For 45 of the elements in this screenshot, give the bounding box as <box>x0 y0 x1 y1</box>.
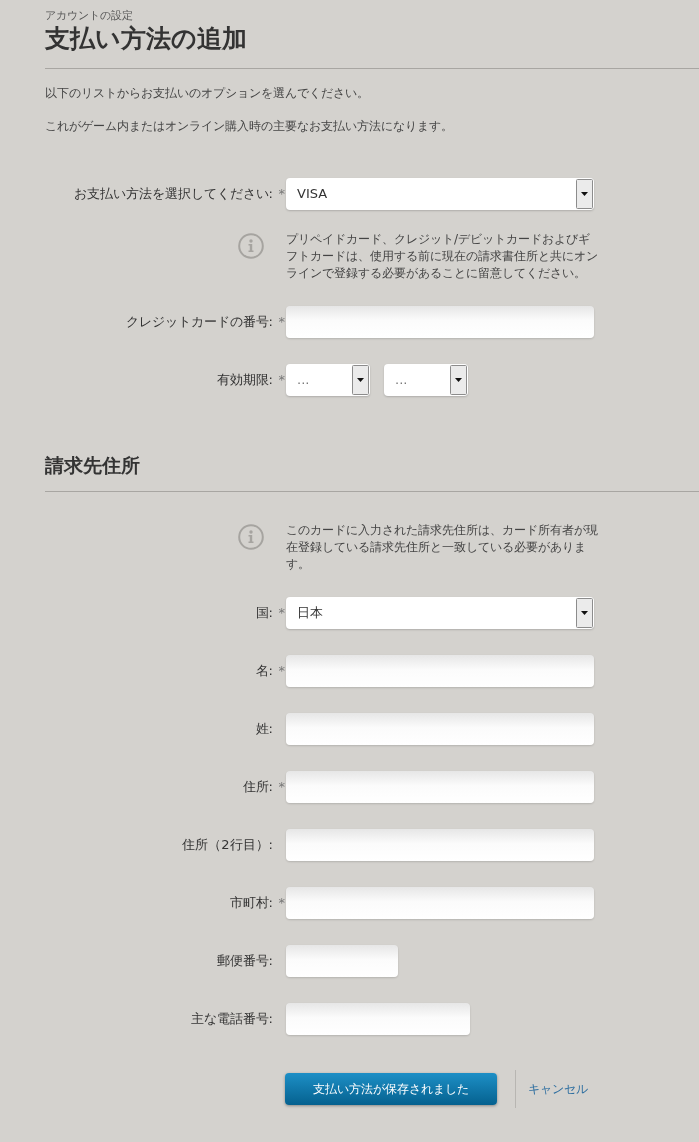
required-marker: * <box>278 663 285 679</box>
input-field[interactable] <box>286 713 594 745</box>
required-marker: * <box>278 314 285 330</box>
required-marker: * <box>278 186 285 202</box>
dropdown-field[interactable]: ... <box>384 364 468 396</box>
dropdown-field[interactable]: ... <box>286 364 370 396</box>
field-label: お支払い方法を選択してください: <box>73 185 273 204</box>
required-marker: * <box>278 605 285 621</box>
field-label: 主な電話番号: <box>190 1010 273 1029</box>
info-note: このカードに入力された請求先住所は、カード所有者が現在登録している請求先住所と一致している必要があります。 <box>286 522 598 573</box>
info-icon <box>238 233 264 259</box>
intro-text: これがゲーム内またはオンライン購入時の主要なお支払い方法になります。 <box>45 118 454 135</box>
required-marker: * <box>278 779 285 795</box>
dropdown-field[interactable]: VISA <box>286 178 594 210</box>
dropdown-caret-icon <box>352 365 369 395</box>
field-label: 有効期限: <box>216 371 273 390</box>
page-title: 支払い方法の追加 <box>45 23 248 55</box>
field-label: 住所: <box>242 778 273 797</box>
field-label: 名: <box>255 662 273 681</box>
info-note: プリペイドカード、クレジット/デビットカードおよびギフトカードは、使用する前に現在の請求書住所と共にオンラインで登録する必要があることに留意してください。 <box>286 231 598 282</box>
field-label: 住所（2行目）: <box>182 836 273 855</box>
input-field[interactable] <box>286 829 594 861</box>
input-field[interactable] <box>286 655 594 687</box>
field-label: 市町村: <box>229 894 273 913</box>
input-field[interactable] <box>286 306 594 338</box>
breadcrumb-text: アカウントの設定 <box>45 9 134 23</box>
field-label: 郵便番号: <box>216 952 273 971</box>
intro-text: 以下のリストからお支払いのオプションを選んでください。 <box>45 85 370 102</box>
dropdown-caret-icon <box>576 598 593 628</box>
dropdown-caret-icon <box>576 179 593 209</box>
required-marker: * <box>278 372 285 388</box>
field-label: 国: <box>255 604 273 623</box>
input-field[interactable] <box>286 945 398 977</box>
cancel-link[interactable]: キャンセル <box>528 1080 588 1098</box>
section-heading: 請求先住所 <box>45 453 141 478</box>
info-icon <box>238 524 264 550</box>
dropdown-field[interactable]: 日本 <box>286 597 594 629</box>
field-label: 姓: <box>255 720 273 739</box>
save-button[interactable]: 支払い方法が保存されました <box>285 1073 497 1105</box>
input-field[interactable] <box>286 771 594 803</box>
required-marker: * <box>278 895 285 911</box>
dropdown-caret-icon <box>450 365 467 395</box>
input-field[interactable] <box>286 1003 470 1035</box>
field-label: クレジットカードの番号: <box>125 313 273 332</box>
input-field[interactable] <box>286 887 594 919</box>
